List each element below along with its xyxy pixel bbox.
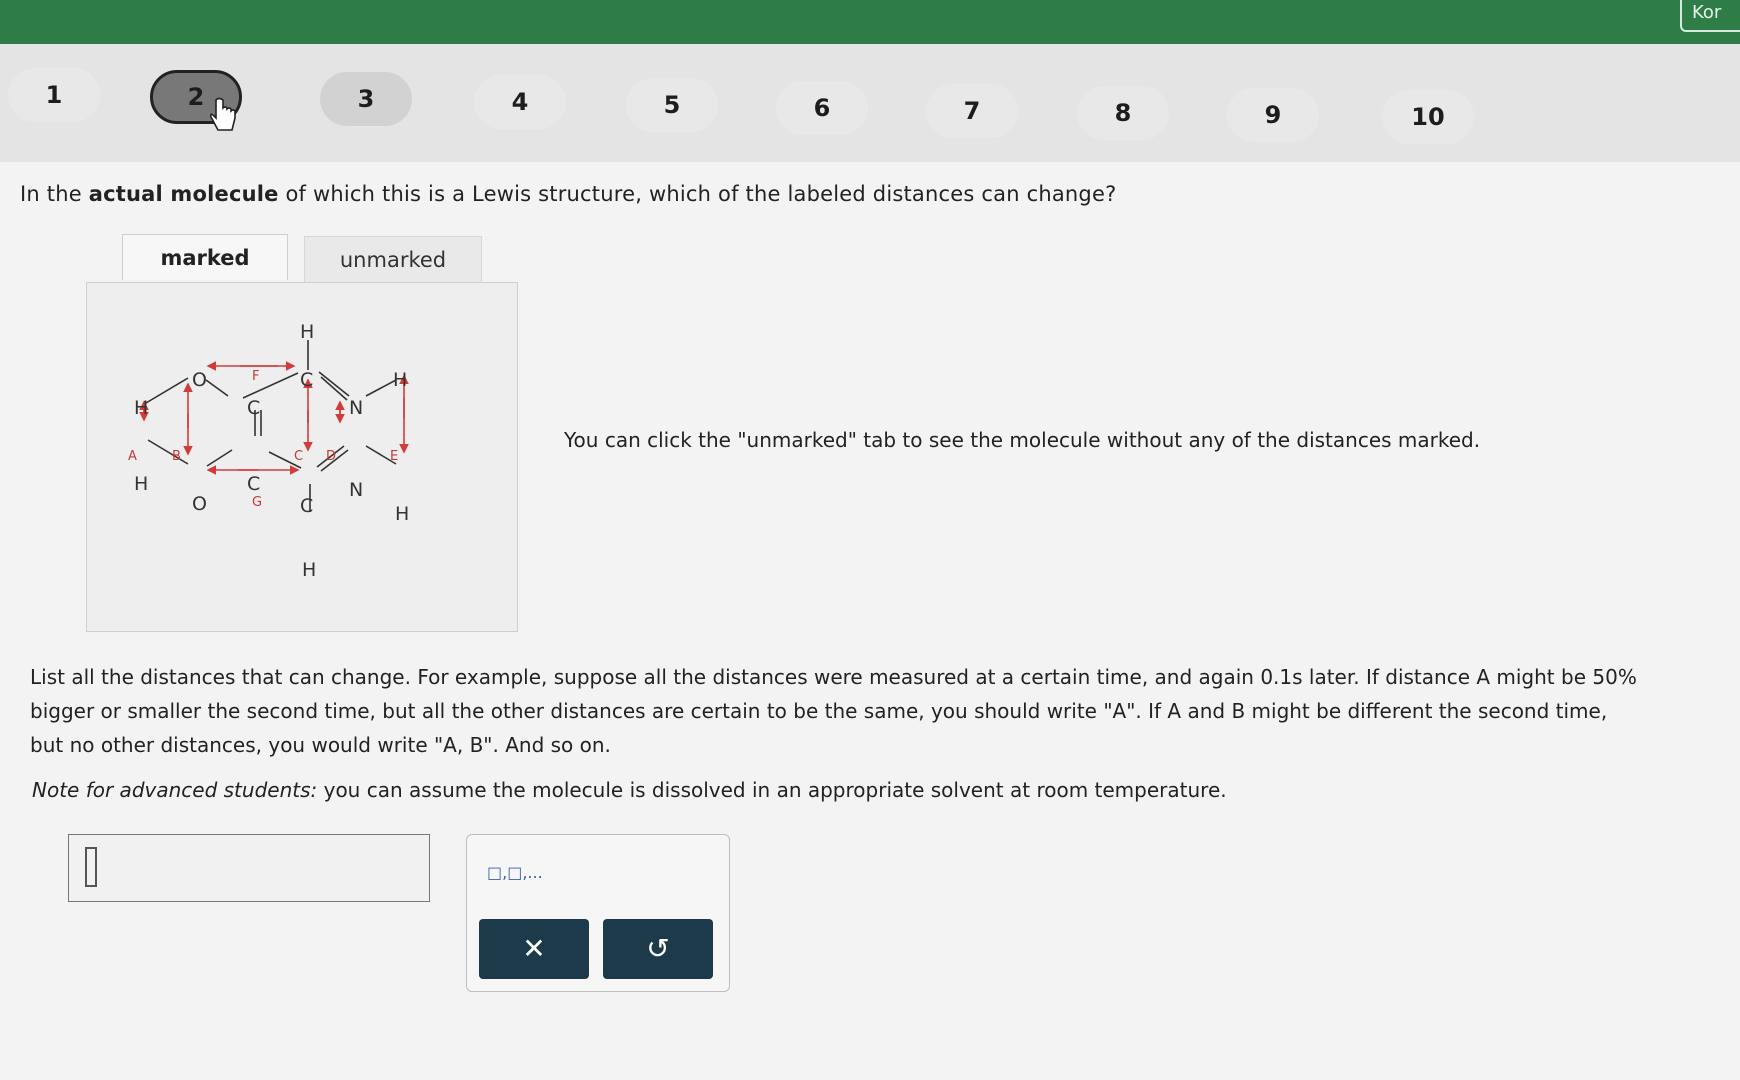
step-4[interactable]: 4 bbox=[474, 75, 566, 129]
clear-button[interactable]: ✕ bbox=[479, 919, 589, 979]
question-text: In the actual molecule of which this is … bbox=[20, 182, 1117, 206]
tab-marked[interactable]: marked bbox=[122, 234, 288, 280]
instructions-line-1: List all the distances that can change. … bbox=[30, 665, 1637, 689]
step-8[interactable]: 8 bbox=[1077, 86, 1169, 140]
step-5[interactable]: 5 bbox=[626, 78, 718, 132]
distance-label-e: E bbox=[390, 449, 398, 464]
distance-label-f: F bbox=[252, 369, 259, 384]
atom-h-top: H bbox=[300, 321, 314, 343]
atom-n-upper: N bbox=[349, 397, 363, 419]
lewis-structure: H O C H H C N H C N O C H H A B C D E F … bbox=[128, 321, 409, 578]
atom-h-left-upper: H bbox=[134, 397, 148, 419]
distance-label-d: D bbox=[326, 449, 336, 464]
atom-c-upper-middle: C bbox=[247, 397, 260, 419]
top-right-button[interactable]: Kor bbox=[1680, 0, 1740, 32]
atom-o-lower: O bbox=[192, 493, 207, 515]
distance-label-c: C bbox=[294, 449, 303, 464]
answer-input[interactable] bbox=[68, 834, 430, 902]
input-toolbox: □,□,... ✕ ↺ bbox=[466, 834, 730, 992]
step-3[interactable]: 3 bbox=[320, 72, 412, 126]
step-1[interactable]: 1 bbox=[8, 68, 100, 122]
atom-n-lower: N bbox=[349, 479, 363, 501]
atom-h-right-upper: H bbox=[393, 369, 407, 391]
instructions-line-3: but no other distances, you would write … bbox=[30, 733, 611, 757]
instructions-line-2: bigger or smaller the second time, but a… bbox=[30, 699, 1608, 723]
hand-cursor-icon bbox=[209, 97, 236, 131]
question-navigation: 1 2 3 4 5 6 7 8 9 10 bbox=[0, 44, 1740, 162]
step-6[interactable]: 6 bbox=[776, 81, 868, 135]
atom-c-lower-right: C bbox=[300, 495, 313, 517]
step-7[interactable]: 7 bbox=[926, 84, 1018, 138]
text-cursor-icon bbox=[85, 847, 97, 887]
unmarked-hint: You can click the "unmarked" tab to see … bbox=[564, 428, 1481, 452]
step-10[interactable]: 10 bbox=[1382, 90, 1474, 144]
top-bar: Kor bbox=[0, 0, 1740, 44]
instructions: List all the distances that can change. … bbox=[30, 660, 1690, 762]
advanced-note: Note for advanced students: you can assu… bbox=[32, 778, 1227, 802]
distance-label-a: A bbox=[128, 449, 137, 464]
atom-h-left-lower: H bbox=[134, 473, 148, 495]
atom-c-lower-middle: C bbox=[247, 473, 260, 495]
undo-button[interactable]: ↺ bbox=[603, 919, 713, 979]
atom-c-upper-right: C bbox=[300, 369, 313, 391]
distance-label-g: G bbox=[252, 495, 262, 510]
atom-h-right-lower: H bbox=[395, 503, 409, 525]
list-format-icon[interactable]: □,□,... bbox=[487, 863, 543, 882]
distance-label-b: B bbox=[172, 449, 181, 464]
tab-unmarked[interactable]: unmarked bbox=[304, 236, 482, 282]
atom-o-upper: O bbox=[192, 369, 207, 391]
atom-h-bottom: H bbox=[302, 559, 316, 578]
step-9[interactable]: 9 bbox=[1227, 88, 1319, 142]
